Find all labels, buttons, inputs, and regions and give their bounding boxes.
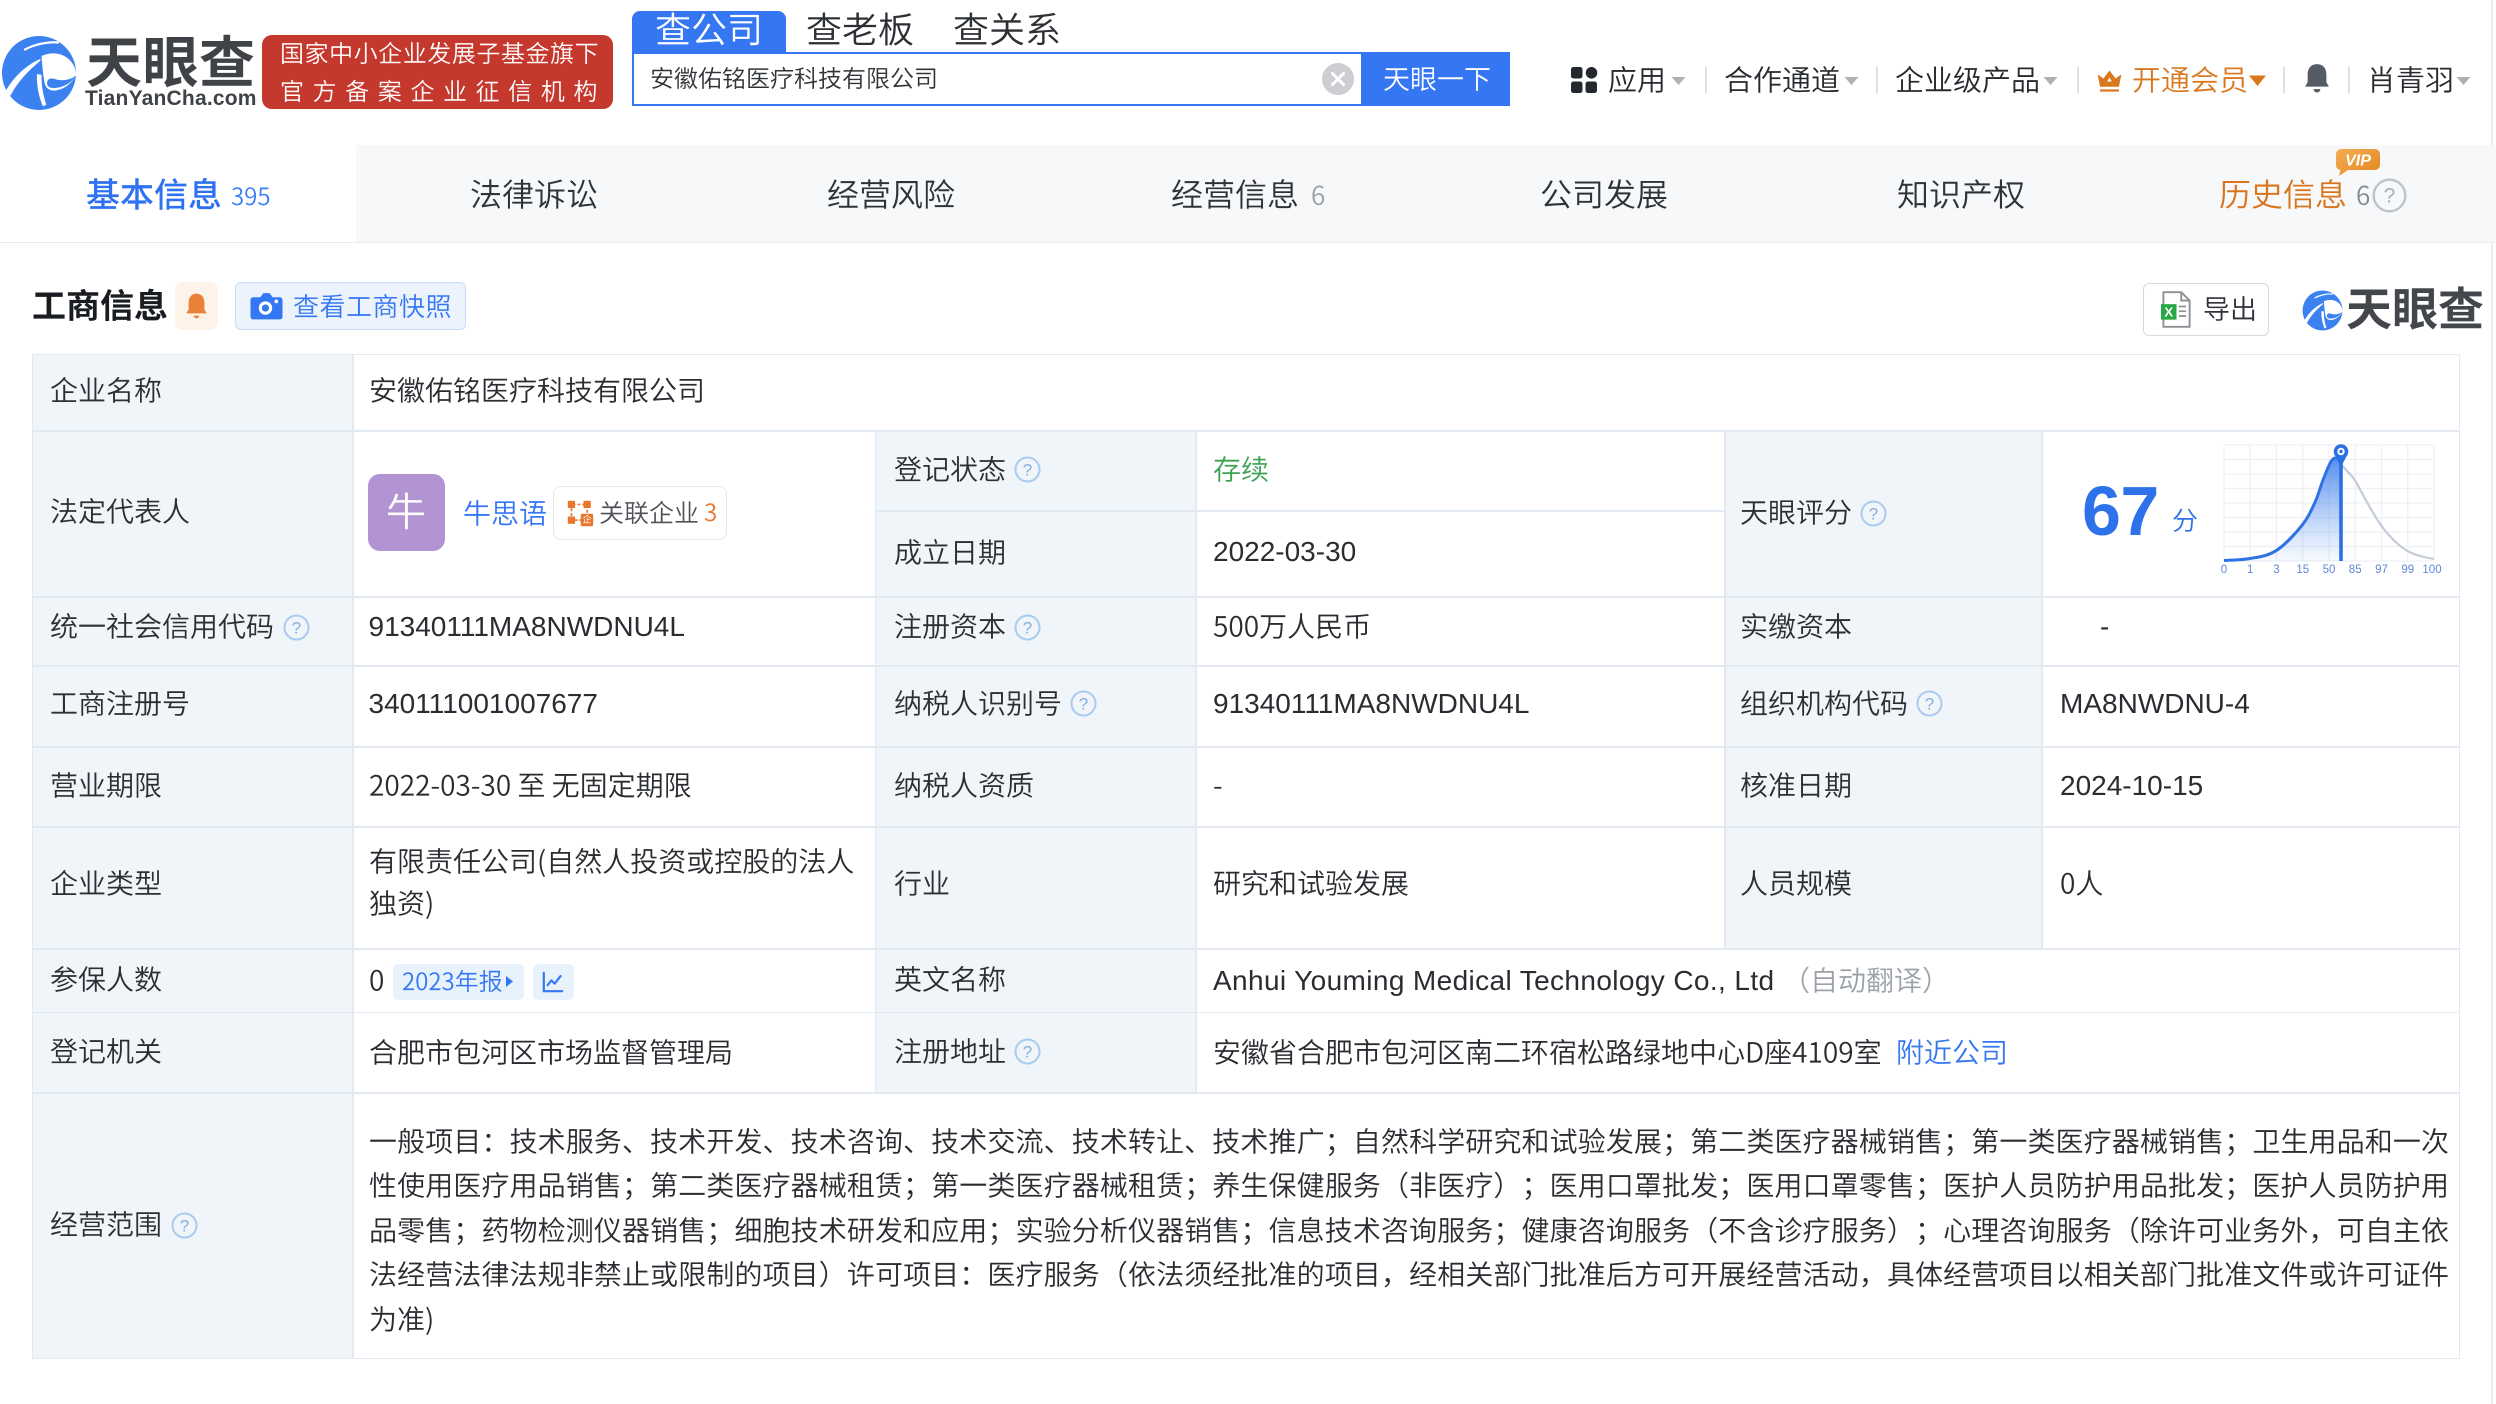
svg-text:?: ? [1925, 695, 1934, 714]
svg-text:?: ? [1869, 505, 1878, 524]
svg-text:0: 0 [2221, 564, 2227, 576]
svg-text:?: ? [180, 1217, 189, 1236]
svg-text:85: 85 [2349, 564, 2362, 576]
svg-text:97: 97 [2375, 564, 2388, 576]
svg-text:99: 99 [2401, 564, 2414, 576]
svg-text:?: ? [1023, 1043, 1032, 1062]
svg-text:100: 100 [2422, 564, 2441, 576]
svg-text:X: X [2164, 305, 2173, 320]
svg-text:1: 1 [2247, 564, 2253, 576]
svg-text:?: ? [1023, 619, 1032, 638]
svg-text:15: 15 [2296, 564, 2309, 576]
svg-text:?: ? [292, 619, 301, 638]
svg-text:50: 50 [2323, 564, 2336, 576]
svg-text:3: 3 [2273, 564, 2279, 576]
svg-text:VIP: VIP [2345, 153, 2371, 170]
svg-text:?: ? [1023, 461, 1032, 480]
svg-text:?: ? [2384, 185, 2396, 208]
svg-text:?: ? [1079, 695, 1088, 714]
